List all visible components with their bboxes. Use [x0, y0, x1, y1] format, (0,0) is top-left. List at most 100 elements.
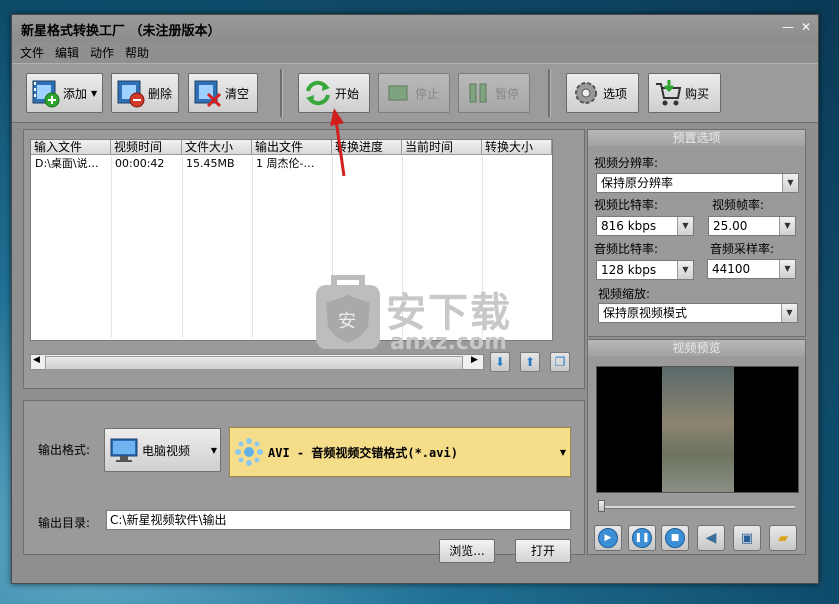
presets-header: 预置选项: [588, 130, 805, 146]
video-preview-screen[interactable]: [596, 366, 799, 493]
pause-label: 暂停: [495, 86, 520, 101]
minimize-button[interactable]: —: [780, 19, 796, 35]
dropdown-arrow-icon: ▼: [559, 447, 566, 457]
menu-help[interactable]: 帮助: [125, 44, 149, 61]
play-button[interactable]: ▶: [594, 525, 622, 551]
watermark-text-en: anxz.com: [390, 330, 507, 355]
stop-button[interactable]: 停止: [378, 73, 450, 113]
menu-bar: 文件 编辑 动作 帮助: [12, 42, 818, 62]
window-title: 新星格式转换工厂 （未注册版本）: [21, 24, 221, 39]
film-clear-icon: [194, 80, 222, 108]
col-header-video-time[interactable]: 视频时间: [111, 140, 182, 155]
col-header-file-size[interactable]: 文件大小: [182, 140, 252, 155]
dropdown-arrow-icon: ▼: [779, 217, 795, 235]
scroll-left-arrow-icon[interactable]: ◀: [33, 355, 40, 365]
move-down-button[interactable]: ⬇: [490, 352, 510, 372]
menu-edit[interactable]: 编辑: [55, 44, 79, 61]
dropdown-arrow-icon: ▼: [210, 445, 217, 455]
cell-input-file: D:\桌面\说…: [35, 157, 99, 170]
watermark-shield-logo: 安: [312, 274, 384, 355]
copy-icon: ❐: [554, 355, 566, 369]
close-button[interactable]: ✕: [798, 19, 814, 35]
framerate-select[interactable]: 25.00 ▼: [708, 216, 796, 236]
samplerate-select[interactable]: 44100 ▼: [707, 259, 796, 279]
clear-button[interactable]: 清空: [188, 73, 258, 113]
scroll-right-arrow-icon[interactable]: ▶: [471, 355, 478, 365]
add-button[interactable]: 添加 ▼: [26, 73, 103, 113]
scale-value: 保持原视频模式: [603, 306, 688, 320]
format-category-value: 电脑视频: [142, 443, 191, 458]
samplerate-label: 音频采样率:: [710, 242, 775, 256]
clear-label: 清空: [225, 86, 250, 101]
open-folder-button[interactable]: ▰: [769, 525, 797, 551]
output-format-value: AVI - 音频视频交错格式(*.avi): [268, 445, 458, 460]
shopping-cart-icon: [656, 80, 682, 106]
options-button[interactable]: 选项: [566, 73, 639, 113]
title-bar[interactable]: 新星格式转换工厂 （未注册版本） — ✕: [12, 15, 818, 42]
video-bitrate-select[interactable]: 816 kbps ▼: [596, 216, 694, 236]
dropdown-arrow-icon: ▼: [677, 217, 693, 235]
stop-preview-button[interactable]: ■: [661, 525, 689, 551]
arrow-up-icon: ⬆: [524, 355, 536, 369]
delete-label: 删除: [148, 86, 173, 101]
audio-bitrate-select[interactable]: 128 kbps ▼: [596, 260, 694, 280]
open-button[interactable]: 打开: [515, 539, 571, 563]
start-label: 开始: [335, 86, 360, 101]
horizontal-scrollbar[interactable]: ◀ ▶: [30, 354, 484, 370]
snapshot-button[interactable]: ▣: [733, 525, 761, 551]
toolbar-separator: [548, 69, 551, 117]
scroll-thumb[interactable]: [45, 356, 463, 370]
dropdown-arrow-icon: ▼: [779, 260, 795, 278]
stop-icon: [388, 85, 408, 101]
pause-icon: ❚❚: [632, 528, 652, 548]
samplerate-value: 44100: [712, 262, 751, 276]
resolution-label: 视频分辨率:: [594, 156, 659, 170]
volume-button[interactable]: ◀: [697, 525, 725, 551]
video-bitrate-value: 816 kbps: [601, 219, 657, 233]
resolution-select[interactable]: 保持原分辨率 ▼: [596, 173, 799, 193]
play-icon: ▶: [598, 528, 618, 548]
buy-button[interactable]: 购买: [648, 73, 721, 113]
scale-label: 视频缩放:: [598, 287, 651, 301]
col-header-output-file[interactable]: 输出文件: [252, 140, 332, 155]
options-label: 选项: [603, 86, 628, 101]
column-divider: [252, 156, 253, 338]
format-category-select[interactable]: 电脑视频 ▼: [104, 428, 221, 472]
dropdown-arrow-icon: ▼: [782, 174, 798, 192]
col-header-converted-size[interactable]: 转换大小: [482, 140, 552, 155]
output-format-select[interactable]: AVI - 音频视频交错格式(*.avi) ▼: [229, 427, 571, 477]
watermark-shield-char: 安: [338, 311, 356, 332]
annotation-arrow-icon: [330, 108, 346, 177]
output-dir-input[interactable]: C:\新星视频软件\输出: [106, 510, 571, 530]
dropdown-arrow-icon: ▼: [781, 304, 797, 322]
framerate-label: 视频帧率:: [712, 198, 765, 212]
cell-video-time: 00:00:42: [115, 157, 165, 170]
seek-track[interactable]: [601, 506, 795, 509]
file-list-panel: 输入文件 视频时间 文件大小 输出文件 转换进度 当前时间 转换大小 D:\桌面…: [23, 129, 585, 389]
menu-file[interactable]: 文件: [20, 44, 44, 61]
move-up-button[interactable]: ⬆: [520, 352, 540, 372]
pause-button[interactable]: 暂停: [458, 73, 530, 113]
cell-output-file: 1 周杰伦-…: [256, 157, 315, 170]
menu-action[interactable]: 动作: [90, 44, 114, 61]
browse-button[interactable]: 浏览...: [439, 539, 495, 563]
pause-preview-button[interactable]: ❚❚: [628, 525, 656, 551]
audio-bitrate-value: 128 kbps: [601, 263, 657, 277]
scale-select[interactable]: 保持原视频模式 ▼: [598, 303, 798, 323]
delete-button[interactable]: 删除: [111, 73, 179, 113]
preview-panel: 视频预览 ▶ ❚❚ ■ ◀ ▣ ▰: [587, 339, 806, 555]
col-header-input-file[interactable]: 输入文件: [31, 140, 111, 155]
dropdown-arrow-icon: ▼: [677, 261, 693, 279]
stop-label: 停止: [415, 86, 440, 101]
framerate-value: 25.00: [713, 219, 748, 233]
col-header-current-time[interactable]: 当前时间: [402, 140, 482, 155]
film-delete-icon: [117, 80, 145, 108]
cell-file-size: 15.45MB: [186, 157, 235, 170]
presets-panel: 预置选项 视频分辨率: 保持原分辨率 ▼ 视频比特率: 视频帧率: 816 kb…: [587, 129, 806, 337]
dropdown-arrow-icon: ▼: [91, 88, 98, 98]
arrow-down-icon: ⬇: [494, 355, 506, 369]
folder-icon: ▰: [778, 530, 788, 546]
copy-button[interactable]: ❐: [550, 352, 570, 372]
film-add-icon: [32, 80, 60, 108]
seek-handle[interactable]: [598, 500, 605, 512]
